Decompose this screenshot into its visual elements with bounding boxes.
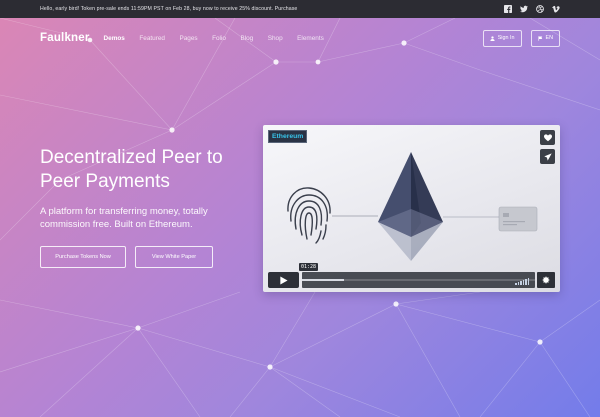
announcement-bar: Hello, early bird! Token pre-sale ends 1… — [0, 0, 600, 18]
volume-icon[interactable] — [515, 277, 529, 285]
sign-in-button[interactable]: Sign In — [482, 29, 522, 47]
announcement-text: Hello, early bird! Token pre-sale ends 1… — [40, 6, 298, 12]
nav-links: Demos Featured Pages Folio Blog Shop Ele… — [104, 35, 339, 42]
facebook-icon[interactable] — [504, 5, 512, 13]
purchase-tokens-button[interactable]: Purchase Tokens Now — [40, 246, 126, 268]
video-controls: 01:28 — [263, 263, 560, 292]
nav-link-pages[interactable]: Pages — [179, 35, 197, 42]
send-icon — [543, 152, 552, 161]
progress-fill — [302, 279, 344, 281]
ethereum-diamond-icon — [378, 152, 443, 261]
nav-link-shop[interactable]: Shop — [268, 35, 283, 42]
settings-button[interactable] — [537, 272, 555, 288]
view-white-paper-button[interactable]: View White Paper — [135, 246, 213, 268]
flag-icon — [537, 35, 542, 41]
hero-section: Decentralized Peer to Peer Payments A pl… — [40, 146, 260, 268]
nav-link-demos[interactable]: Demos — [104, 35, 125, 42]
main-navbar: Faulkner Demos Featured Pages Folio Blog… — [40, 29, 560, 47]
hero-cta-row: Purchase Tokens Now View White Paper — [40, 246, 260, 268]
play-button[interactable] — [268, 272, 299, 288]
gear-icon — [542, 276, 550, 284]
dribbble-icon[interactable] — [536, 5, 544, 13]
nav-actions: Sign In EN — [482, 29, 560, 47]
nav-link-elements[interactable]: Elements — [297, 35, 324, 42]
heart-icon — [543, 133, 552, 141]
video-time: 01:28 — [299, 263, 319, 271]
vimeo-icon[interactable] — [552, 5, 560, 13]
video-player[interactable]: Ethereum 01:28 — [263, 125, 560, 292]
hero-title: Decentralized Peer to Peer Payments — [40, 147, 223, 192]
fingerprint-icon — [287, 187, 378, 244]
twitter-icon[interactable] — [520, 5, 528, 13]
language-button[interactable]: EN — [530, 29, 560, 47]
hero-subtitle: A platform for transferring money, total… — [40, 206, 208, 230]
user-icon — [490, 35, 495, 41]
brand-logo[interactable]: Faulkner — [40, 32, 90, 44]
credit-card-icon — [443, 206, 538, 232]
language-label: EN — [545, 35, 554, 41]
like-button[interactable] — [540, 130, 555, 145]
ethereum-badge: Ethereum — [268, 130, 308, 143]
nav-link-blog[interactable]: Blog — [240, 35, 253, 42]
nav-link-featured[interactable]: Featured — [139, 35, 165, 42]
share-button[interactable] — [540, 149, 555, 164]
sign-in-label: Sign In — [497, 35, 515, 41]
video-progress-bar[interactable] — [302, 272, 535, 288]
social-links — [504, 5, 560, 13]
play-icon — [280, 275, 288, 285]
nav-link-folio[interactable]: Folio — [212, 35, 226, 42]
